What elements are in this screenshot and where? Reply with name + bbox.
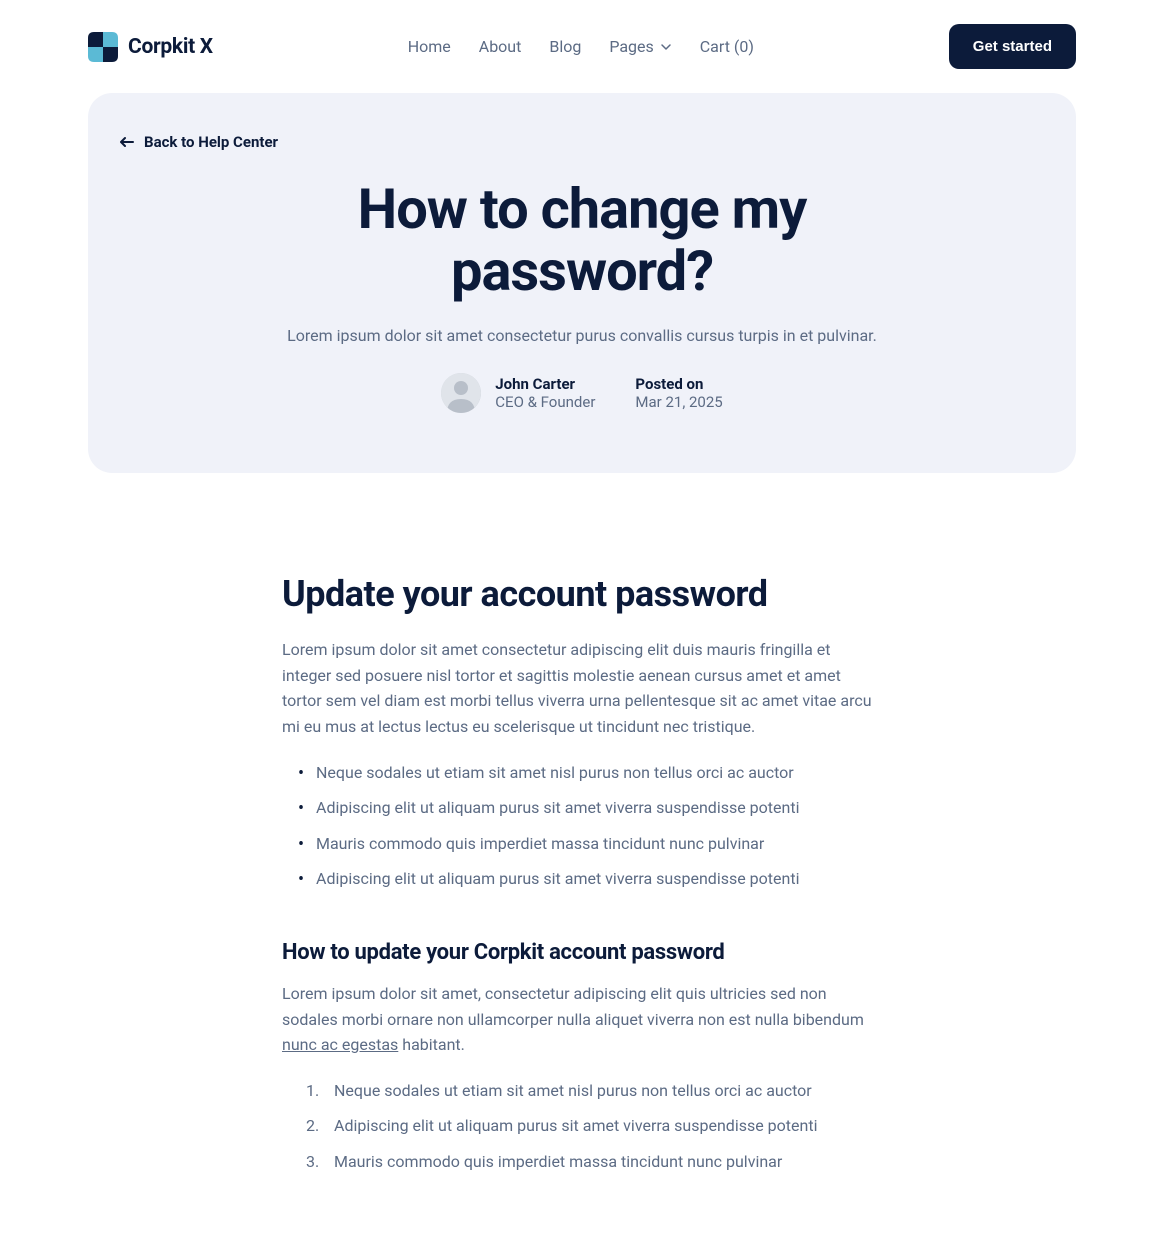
list-item: Mauris commodo quis imperdiet massa tinc…: [316, 831, 882, 857]
nav-pages-label: Pages: [609, 37, 653, 56]
paragraph: Lorem ipsum dolor sit amet consectetur a…: [282, 637, 882, 739]
author-block: John Carter CEO & Founder: [441, 373, 595, 413]
avatar: [441, 373, 481, 413]
list-item: Neque sodales ut etiam sit amet nisl pur…: [306, 1078, 882, 1104]
list-item: Adipiscing elit ut aliquam purus sit ame…: [316, 795, 882, 821]
hero-section: Back to Help Center How to change my pas…: [88, 93, 1076, 473]
arrow-left-icon: [120, 135, 134, 149]
posted-label: Posted on: [635, 375, 722, 393]
author-role: CEO & Founder: [495, 393, 595, 411]
chevron-down-icon: [660, 41, 672, 53]
nav-home[interactable]: Home: [408, 37, 451, 56]
subsection-heading: How to update your Corpkit account passw…: [282, 940, 882, 965]
article-meta: John Carter CEO & Founder Posted on Mar …: [120, 373, 1044, 413]
list-item: Neque sodales ut etiam sit amet nisl pur…: [316, 760, 882, 786]
posted-date: Mar 21, 2025: [635, 393, 722, 411]
logo-icon: [88, 32, 118, 62]
bullet-list: Neque sodales ut etiam sit amet nisl pur…: [282, 760, 882, 892]
logo[interactable]: Corpkit X: [88, 32, 213, 62]
list-item: Adipiscing elit ut aliquam purus sit ame…: [316, 866, 882, 892]
article-content: Update your account password Lorem ipsum…: [262, 573, 902, 1234]
get-started-button[interactable]: Get started: [949, 24, 1076, 69]
list-item: Mauris commodo quis imperdiet massa tinc…: [306, 1149, 882, 1175]
page-subtitle: Lorem ipsum dolor sit amet consectetur p…: [120, 326, 1044, 345]
posted-block: Posted on Mar 21, 2025: [635, 375, 722, 411]
nav-about[interactable]: About: [479, 37, 522, 56]
list-item: Adipiscing elit ut aliquam purus sit ame…: [306, 1113, 882, 1139]
page-title: How to change my password?: [120, 179, 1044, 302]
paragraph: Lorem ipsum dolor sit amet, consectetur …: [282, 981, 882, 1058]
back-link[interactable]: Back to Help Center: [120, 133, 1044, 151]
numbered-list: Neque sodales ut etiam sit amet nisl pur…: [282, 1078, 882, 1175]
author-name: John Carter: [495, 375, 595, 393]
logo-text: Corpkit X: [128, 35, 213, 59]
site-header: Corpkit X Home About Blog Pages Cart (0)…: [0, 0, 1164, 93]
main-nav: Home About Blog Pages Cart (0): [408, 37, 754, 56]
nav-pages[interactable]: Pages: [609, 37, 671, 56]
section-heading: Update your account password: [282, 573, 882, 615]
back-link-label: Back to Help Center: [144, 133, 278, 151]
nav-cart[interactable]: Cart (0): [700, 37, 754, 56]
nav-blog[interactable]: Blog: [549, 37, 581, 56]
inline-link[interactable]: nunc ac egestas: [282, 1035, 398, 1054]
